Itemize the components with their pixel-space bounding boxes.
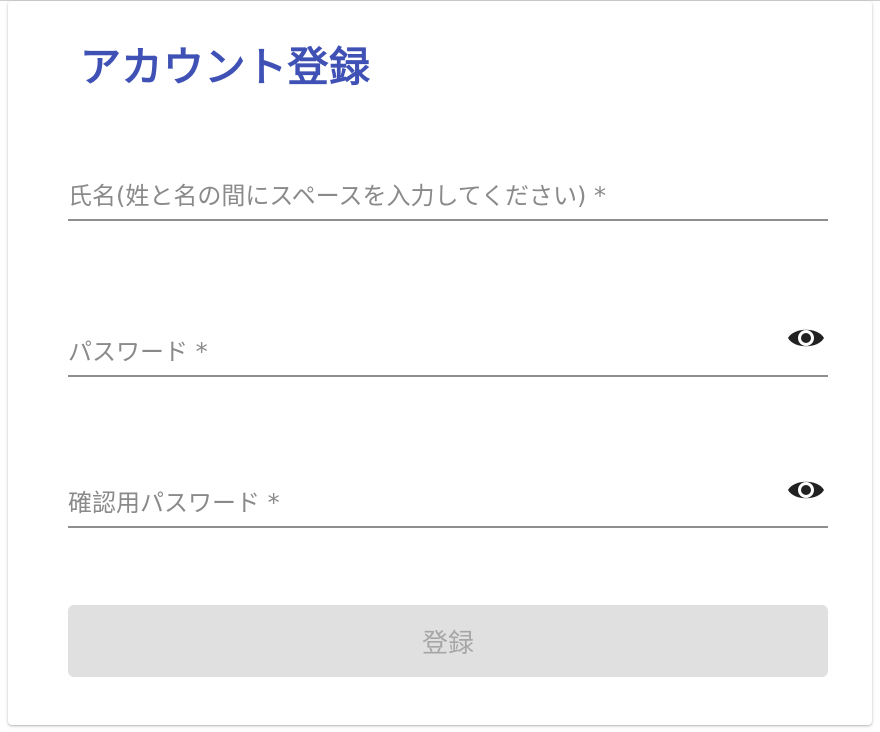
full-name-label: 氏名(姓と名の間にスペースを入力してください) *: [68, 182, 607, 210]
password-underline: [68, 375, 828, 377]
full-name-field[interactable]: 氏名(姓と名の間にスペースを入力してください) *: [68, 161, 828, 221]
page-title: アカウント登録: [80, 43, 371, 91]
eye-icon[interactable]: [786, 475, 826, 505]
registration-card: アカウント登録 氏名(姓と名の間にスペースを入力してください) * パスワード …: [8, 1, 872, 725]
eye-icon[interactable]: [786, 323, 826, 353]
page: アカウント登録 氏名(姓と名の間にスペースを入力してください) * パスワード …: [0, 0, 880, 732]
full-name-underline: [68, 219, 828, 221]
confirm-password-underline: [68, 526, 828, 528]
confirm-password-label: 確認用パスワード *: [68, 489, 280, 517]
password-label: パスワード *: [68, 338, 208, 366]
register-button[interactable]: 登録: [68, 605, 828, 677]
password-field[interactable]: パスワード *: [68, 317, 828, 377]
confirm-password-field[interactable]: 確認用パスワード *: [68, 468, 828, 528]
